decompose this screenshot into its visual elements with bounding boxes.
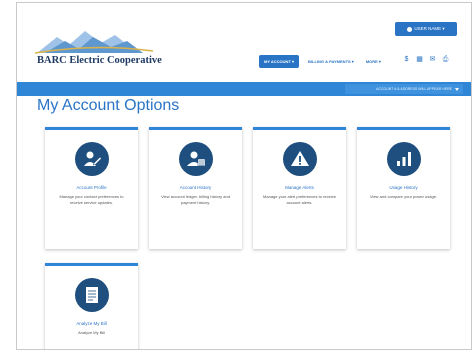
logo-text: BARC Electric Cooperative bbox=[37, 55, 162, 66]
card-usage-history[interactable]: Usage History View and compare your powe… bbox=[357, 127, 450, 249]
account-selector[interactable]: ACCOUNT # & ADDRESS WILL APPEAR HERE bbox=[345, 84, 463, 94]
card-manage-alerts[interactable]: Manage Alerts Manage your alert preferen… bbox=[253, 127, 346, 249]
bill-icon bbox=[74, 278, 109, 312]
main-nav: MY ACCOUNT ▾ BILLING & PAYMENTS ▾ MORE ▾ bbox=[259, 55, 384, 68]
card-analyze-my-bill[interactable]: Analyze My Bill Analyze My Bill bbox=[45, 263, 138, 349]
calendar-icon[interactable]: ▦ bbox=[416, 56, 423, 63]
nav-icon-group: $ ▦ ✉ ⎙ bbox=[403, 56, 449, 63]
nav-item-my-account[interactable]: MY ACCOUNT ▾ bbox=[259, 55, 300, 68]
user-menu-button[interactable]: USER NAME ▾ bbox=[395, 22, 457, 36]
account-bar: ACCOUNT # & ADDRESS WILL APPEAR HERE bbox=[17, 82, 471, 96]
warning-icon bbox=[282, 142, 317, 176]
dollar-icon[interactable]: $ bbox=[403, 56, 410, 63]
nav-item-more[interactable]: MORE ▾ bbox=[363, 56, 384, 67]
card-account-history[interactable]: Account History View account ledger, bil… bbox=[149, 127, 242, 249]
account-selector-label: ACCOUNT # & ADDRESS WILL APPEAR HERE bbox=[376, 87, 452, 91]
card-title[interactable]: Manage Alerts bbox=[253, 185, 346, 190]
card-account-profile[interactable]: Account Profile Manage your contact pref… bbox=[45, 127, 138, 249]
card-title[interactable]: Account Profile bbox=[45, 185, 138, 190]
app-window: BARC Electric Cooperative USER NAME ▾ MY… bbox=[16, 2, 472, 350]
card-description: Analyze My Bill bbox=[77, 330, 106, 335]
nav-item-billing-payments[interactable]: BILLING & PAYMENTS ▾ bbox=[305, 56, 357, 67]
card-description: View and compare your power usage. bbox=[369, 194, 438, 199]
pencil-user-icon bbox=[74, 142, 109, 176]
chevron-down-icon bbox=[455, 87, 459, 91]
card-title[interactable]: Account History bbox=[149, 185, 242, 190]
cooperative-logo[interactable]: BARC Electric Cooperative bbox=[35, 25, 162, 73]
user-list-icon bbox=[178, 142, 213, 176]
card-description: Manage your contact preferences to recei… bbox=[59, 194, 124, 205]
card-description: Manage your alert preferences to receive… bbox=[263, 194, 336, 205]
mountain-logo-icon bbox=[35, 31, 154, 54]
card-title[interactable]: Analyze My Bill bbox=[45, 321, 138, 326]
page-title: My Account Options bbox=[37, 97, 180, 114]
card-description: View account ledger, billing history and… bbox=[161, 194, 230, 205]
card-title[interactable]: Usage History bbox=[357, 185, 450, 190]
user-menu-label: USER NAME ▾ bbox=[414, 26, 445, 31]
user-icon bbox=[407, 26, 413, 32]
print-icon[interactable]: ⎙ bbox=[442, 56, 449, 63]
mail-icon[interactable]: ✉ bbox=[429, 56, 436, 63]
bar-chart-icon bbox=[386, 142, 421, 176]
